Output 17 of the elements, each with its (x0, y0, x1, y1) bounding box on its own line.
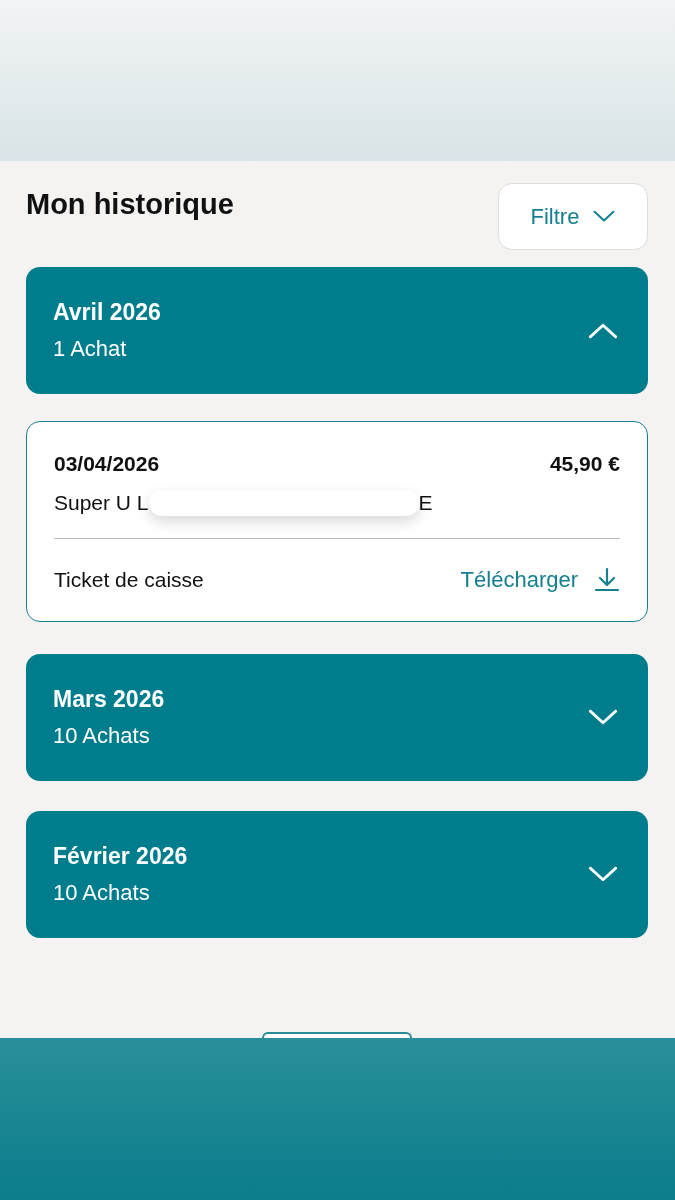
ticket-label: Ticket de caisse (54, 568, 204, 592)
download-icon (594, 567, 620, 593)
chevron-down-icon (588, 709, 618, 726)
page-title: Mon historique (26, 188, 234, 221)
download-link[interactable]: Télécharger (460, 567, 620, 593)
chevron-down-icon (593, 210, 616, 223)
chevron-up-icon (588, 322, 618, 339)
purchase-date: 03/04/2026 (54, 452, 160, 476)
store-name: E (418, 491, 433, 515)
purchase-amount: 45,90 € (549, 452, 620, 476)
filter-button[interactable]: Filtre (498, 183, 648, 250)
pill-button[interactable] (262, 1032, 412, 1038)
store-name: Super U L (54, 491, 149, 515)
month-header[interactable]: Avril 2026 1 Achat (26, 267, 648, 394)
month-header[interactable]: Février 2026 10 Achats (26, 811, 648, 938)
chevron-down-icon (588, 866, 618, 883)
month-header[interactable]: Mars 2026 10 Achats (26, 654, 648, 781)
